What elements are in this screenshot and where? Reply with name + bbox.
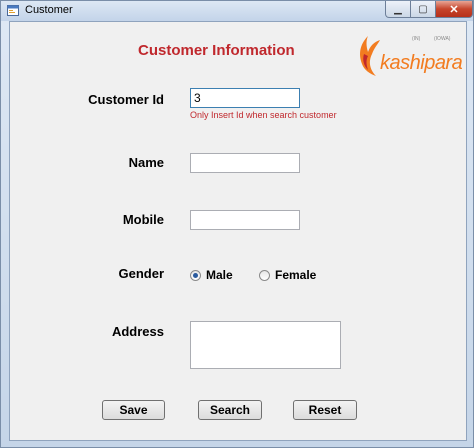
minimize-button[interactable]: ▁ — [385, 1, 411, 18]
app-form-icon — [7, 5, 19, 16]
logo-flame-icon — [360, 36, 380, 76]
customer-id-label: Customer Id — [88, 92, 164, 107]
logo-small-right: (IOWA) — [434, 36, 451, 42]
logo-small-left: (IN) — [412, 36, 421, 42]
radio-checked-icon — [190, 269, 201, 281]
gender-male-label: Male — [206, 268, 233, 282]
window-title: Customer — [25, 4, 73, 16]
maximize-icon: ▢ — [418, 3, 428, 15]
title-bar[interactable]: Customer ▁ ▢ ✕ — [1, 1, 473, 21]
customer-id-input[interactable] — [190, 88, 300, 108]
gender-female-radio[interactable]: Female — [259, 268, 316, 282]
mobile-label: Mobile — [122, 212, 164, 227]
customer-id-hint: Only Insert Id when search customer — [190, 110, 337, 120]
reset-button[interactable]: Reset — [293, 400, 357, 420]
gender-female-label: Female — [275, 268, 317, 282]
form-client-area: Customer Information (IN) (IOWA) kashipa… — [9, 21, 467, 441]
customer-window: Customer ▁ ▢ ✕ Customer Information (IN)… — [0, 0, 474, 448]
name-input[interactable] — [190, 153, 300, 173]
save-button[interactable]: Save — [102, 400, 165, 420]
close-button[interactable]: ✕ — [435, 1, 473, 18]
logo-text: kashipara — [380, 52, 463, 74]
address-label: Address — [111, 324, 164, 339]
gender-label: Gender — [118, 266, 164, 281]
kashipara-logo: (IN) (IOWA) kashipara — [356, 30, 463, 82]
address-textarea[interactable] — [190, 321, 341, 369]
radio-unchecked-icon — [259, 269, 270, 281]
minimize-icon: ▁ — [394, 3, 402, 15]
close-icon: ✕ — [449, 3, 459, 16]
maximize-button[interactable]: ▢ — [410, 1, 436, 18]
name-label: Name — [128, 155, 164, 170]
page-title: Customer Information — [138, 42, 295, 59]
search-button[interactable]: Search — [198, 400, 262, 420]
gender-male-radio[interactable]: Male — [190, 268, 233, 282]
mobile-input[interactable] — [190, 210, 300, 230]
